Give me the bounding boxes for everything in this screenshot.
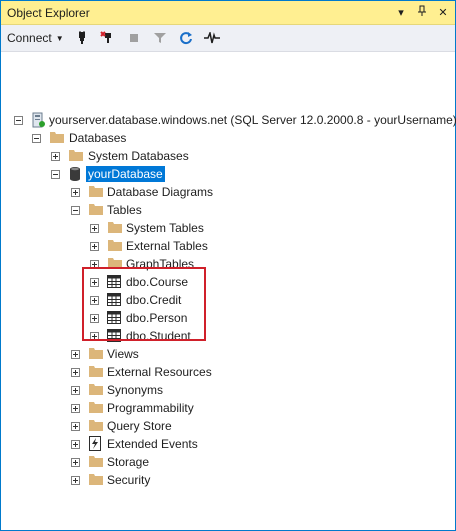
object-tree: yourserver.database.windows.net (SQL Ser…	[1, 52, 456, 487]
expand-icon[interactable]	[71, 476, 80, 485]
expand-icon[interactable]	[71, 404, 80, 413]
disconnect-icon[interactable]	[99, 30, 116, 46]
folder-icon	[88, 364, 104, 380]
programmability-label: Programmability	[107, 401, 194, 415]
collapse-icon[interactable]	[14, 116, 23, 125]
table-icon	[107, 275, 123, 291]
your-database-label: yourDatabase	[86, 166, 165, 182]
views-label: Views	[107, 347, 139, 361]
folder-icon	[107, 256, 123, 272]
server-label: yourserver.database.windows.net (SQL Ser…	[49, 113, 456, 127]
title-bar: Object Explorer ▾ ✕	[1, 1, 455, 25]
expand-icon[interactable]	[71, 350, 80, 359]
folder-icon	[88, 400, 104, 416]
folder-icon	[88, 382, 104, 398]
expand-icon[interactable]	[51, 152, 60, 161]
connect-label: Connect	[7, 31, 52, 45]
stop-icon[interactable]	[126, 30, 142, 46]
refresh-icon[interactable]	[178, 30, 194, 46]
activity-monitor-icon[interactable]	[203, 30, 220, 46]
folder-icon	[88, 454, 104, 470]
folder-icon	[88, 346, 104, 362]
folder-icon	[107, 238, 123, 254]
pin-icon[interactable]	[416, 5, 428, 20]
expand-icon[interactable]	[90, 278, 99, 287]
collapse-icon[interactable]	[51, 170, 60, 179]
folder-icon	[88, 184, 104, 200]
folder-icon	[88, 418, 104, 434]
expand-icon[interactable]	[90, 332, 99, 341]
system-tables-label: System Tables	[126, 221, 204, 235]
extended-events-label: Extended Events	[107, 437, 198, 451]
expand-icon[interactable]	[71, 368, 80, 377]
server-icon	[30, 112, 46, 128]
extended-events-icon	[88, 436, 104, 452]
folder-icon	[49, 130, 65, 146]
expand-icon[interactable]	[71, 386, 80, 395]
chevron-down-icon: ▼	[55, 33, 64, 43]
close-icon[interactable]: ✕	[437, 6, 449, 19]
database-icon	[68, 166, 84, 182]
security-label: Security	[107, 473, 151, 487]
filter-icon[interactable]	[152, 30, 168, 46]
table-icon	[107, 311, 123, 327]
database-diagrams-label: Database Diagrams	[107, 185, 214, 199]
object-explorer-window: Object Explorer ▾ ✕ Connect ▼ yourserver…	[0, 0, 456, 531]
table-name: dbo.Course	[126, 275, 189, 289]
tables-label: Tables	[107, 203, 142, 217]
collapse-icon[interactable]	[71, 206, 80, 215]
expand-icon[interactable]	[90, 314, 99, 323]
folder-icon	[88, 202, 104, 218]
external-tables-label: External Tables	[126, 239, 208, 253]
expand-icon[interactable]	[71, 422, 80, 431]
expand-icon[interactable]	[90, 296, 99, 305]
graph-tables-label: GraphTables	[126, 257, 195, 271]
table-icon	[107, 293, 123, 309]
title-controls: ▾ ✕	[395, 5, 449, 20]
expand-icon[interactable]	[90, 224, 99, 233]
expand-icon[interactable]	[90, 242, 99, 251]
collapse-icon[interactable]	[32, 134, 41, 143]
folder-icon	[107, 220, 123, 236]
databases-label: Databases	[69, 131, 127, 145]
storage-label: Storage	[107, 455, 150, 469]
connect-icon[interactable]	[74, 30, 90, 46]
synonyms-label: Synonyms	[107, 383, 164, 397]
query-store-label: Query Store	[107, 419, 172, 433]
system-databases-label: System Databases	[88, 149, 189, 163]
window-position-dropdown-icon[interactable]: ▾	[395, 6, 407, 19]
table-name: dbo.Student	[126, 329, 191, 343]
connect-button[interactable]: Connect ▼	[7, 31, 64, 45]
window-title: Object Explorer	[7, 5, 90, 20]
expand-icon[interactable]	[71, 188, 80, 197]
external-resources-label: External Resources	[107, 365, 212, 379]
expand-icon[interactable]	[71, 440, 80, 449]
table-name: dbo.Credit	[126, 293, 182, 307]
table-name: dbo.Person	[126, 311, 188, 325]
expand-icon[interactable]	[71, 458, 80, 467]
table-icon	[107, 329, 123, 345]
folder-icon	[68, 148, 84, 164]
folder-icon	[88, 472, 104, 488]
expand-icon[interactable]	[90, 260, 99, 269]
toolbar: Connect ▼	[1, 25, 455, 52]
